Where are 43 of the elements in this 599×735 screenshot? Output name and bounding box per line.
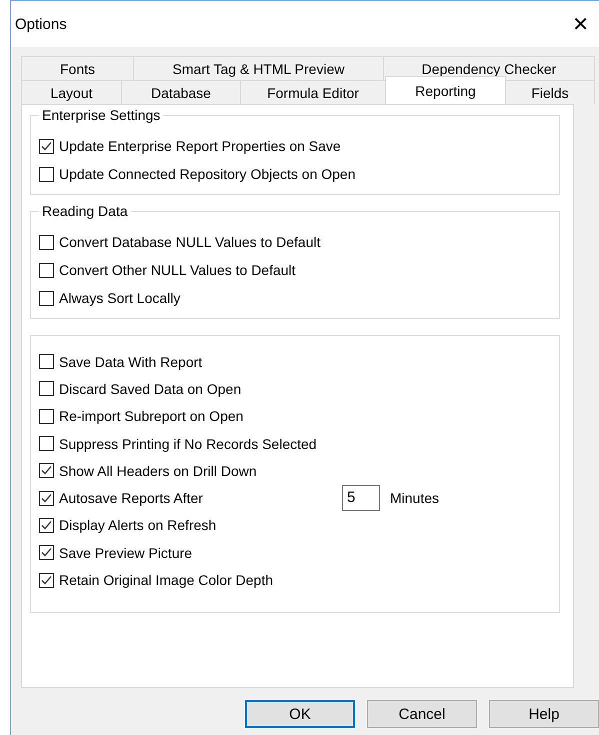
unit-label: Minutes (390, 490, 439, 506)
minutes-input[interactable]: 5 (342, 485, 380, 512)
tab[interactable]: Layout (21, 80, 122, 104)
checkbox[interactable] (39, 490, 54, 506)
checkbox[interactable] (39, 463, 54, 478)
dialog-button[interactable]: Help (489, 700, 599, 728)
checkbox-label: Update Connected Repository Objects on Open (59, 166, 356, 182)
checkbox[interactable] (39, 408, 54, 424)
checkbox-label: Suppress Printing if No Records Selected (59, 436, 317, 452)
dialog-button[interactable]: OK (245, 700, 355, 728)
checkbox[interactable] (39, 518, 54, 533)
checkbox[interactable] (39, 290, 54, 306)
checkbox[interactable] (39, 166, 54, 182)
checkbox[interactable] (39, 234, 54, 250)
checkbox-label: Display Alerts on Refresh (59, 517, 216, 534)
tab[interactable]: Fonts (21, 56, 134, 80)
checkbox-label: Convert Database NULL Values to Default (59, 234, 320, 250)
group-title: Enterprise Settings (39, 107, 164, 123)
checkbox-label: Save Preview Picture (59, 544, 192, 561)
checkbox-label: Convert Other NULL Values to Default (59, 262, 296, 278)
checkbox-label: Discard Saved Data on Open (59, 380, 242, 397)
checkbox[interactable] (39, 138, 54, 154)
checkbox[interactable] (39, 381, 54, 396)
tab[interactable]: Smart Tag & HTML Preview (133, 56, 384, 80)
checkbox-label: Update Enterprise Report Properties on Save (59, 138, 341, 154)
checkbox-label: Show All Headers on Drill Down (59, 462, 257, 479)
tab[interactable]: Dependency Checker (383, 56, 595, 80)
checkbox-label: Save Data With Report (59, 354, 202, 370)
window-title: Options (15, 16, 67, 32)
checkbox[interactable] (39, 354, 54, 370)
tab[interactable]: Reporting (385, 76, 506, 104)
tab[interactable]: Fields (505, 80, 595, 104)
dialog-button[interactable]: Cancel (367, 700, 477, 728)
checkbox[interactable] (39, 436, 54, 452)
checkbox-label: Always Sort Locally (59, 290, 180, 306)
close-button[interactable]: ✕ (562, 12, 599, 36)
group-title: Reading Data (39, 203, 131, 219)
checkbox-label: Retain Original Image Color Depth (59, 572, 273, 588)
checkbox-label: Autosave Reports After (59, 490, 203, 506)
checkbox[interactable] (39, 572, 54, 588)
checkbox[interactable] (39, 262, 54, 278)
checkbox-label: Re-import Subreport on Open (59, 408, 244, 424)
checkbox[interactable] (39, 545, 54, 560)
